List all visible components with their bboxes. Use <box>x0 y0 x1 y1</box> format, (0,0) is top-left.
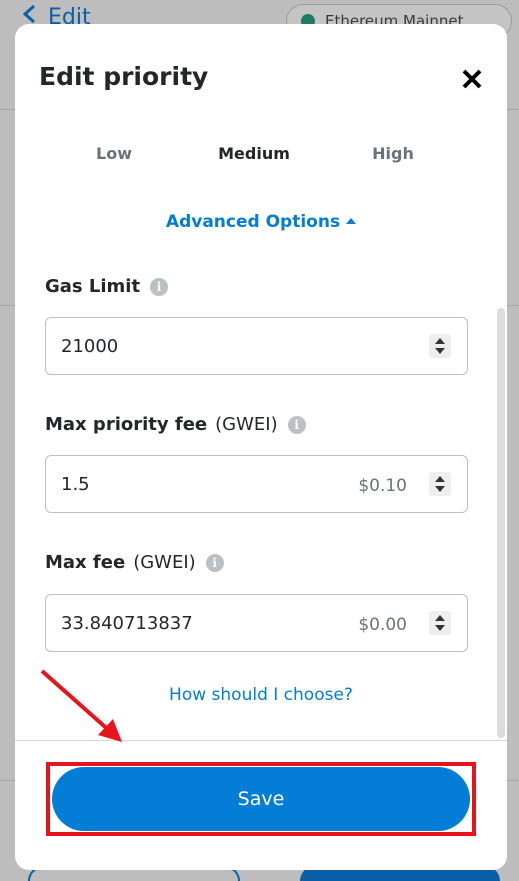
max-fee-unit: (GWEI) <box>133 552 196 573</box>
max-priority-fee-label: Max priority fee (GWEI) i <box>45 414 306 435</box>
gas-limit-label: Gas Limit i <box>45 276 169 297</box>
advanced-options-label: Advanced Options <box>165 212 341 232</box>
tab-medium[interactable]: Medium <box>218 144 290 163</box>
caret-up-icon <box>346 218 357 224</box>
advanced-options-toggle[interactable]: Advanced Options <box>15 212 507 232</box>
gas-limit-field[interactable] <box>45 317 468 375</box>
gas-limit-label-text: Gas Limit <box>45 276 141 297</box>
max-priority-fee-unit: (GWEI) <box>215 414 278 435</box>
info-icon[interactable]: i <box>287 415 306 434</box>
stepper-icon[interactable] <box>429 611 451 635</box>
save-button[interactable]: Save <box>52 767 470 831</box>
annotation-arrow-icon <box>40 669 122 742</box>
stepper-icon[interactable] <box>429 472 451 496</box>
info-icon[interactable]: i <box>150 277 169 296</box>
max-priority-fee-label-text: Max priority fee <box>45 414 208 435</box>
max-fee-fiat: $0.00 <box>358 615 407 635</box>
modal-title: Edit priority <box>39 62 209 91</box>
tab-low[interactable]: Low <box>96 144 132 163</box>
max-priority-fee-field[interactable]: $0.10 <box>45 455 468 513</box>
max-fee-label: Max fee (GWEI) i <box>45 552 224 573</box>
max-priority-fee-input[interactable] <box>61 474 321 495</box>
max-priority-fee-fiat: $0.10 <box>358 476 407 496</box>
max-fee-label-text: Max fee <box>45 552 126 573</box>
gas-limit-input[interactable] <box>61 336 321 357</box>
tab-high[interactable]: High <box>372 144 414 163</box>
scrollbar[interactable] <box>497 308 505 738</box>
max-fee-field[interactable]: $0.00 <box>45 594 468 652</box>
close-icon <box>462 69 482 89</box>
info-icon[interactable]: i <box>205 553 224 572</box>
priority-tabs: Low Medium High <box>15 144 507 170</box>
stepper-icon[interactable] <box>429 334 451 358</box>
max-fee-input[interactable] <box>61 613 321 634</box>
close-button[interactable] <box>457 64 487 94</box>
